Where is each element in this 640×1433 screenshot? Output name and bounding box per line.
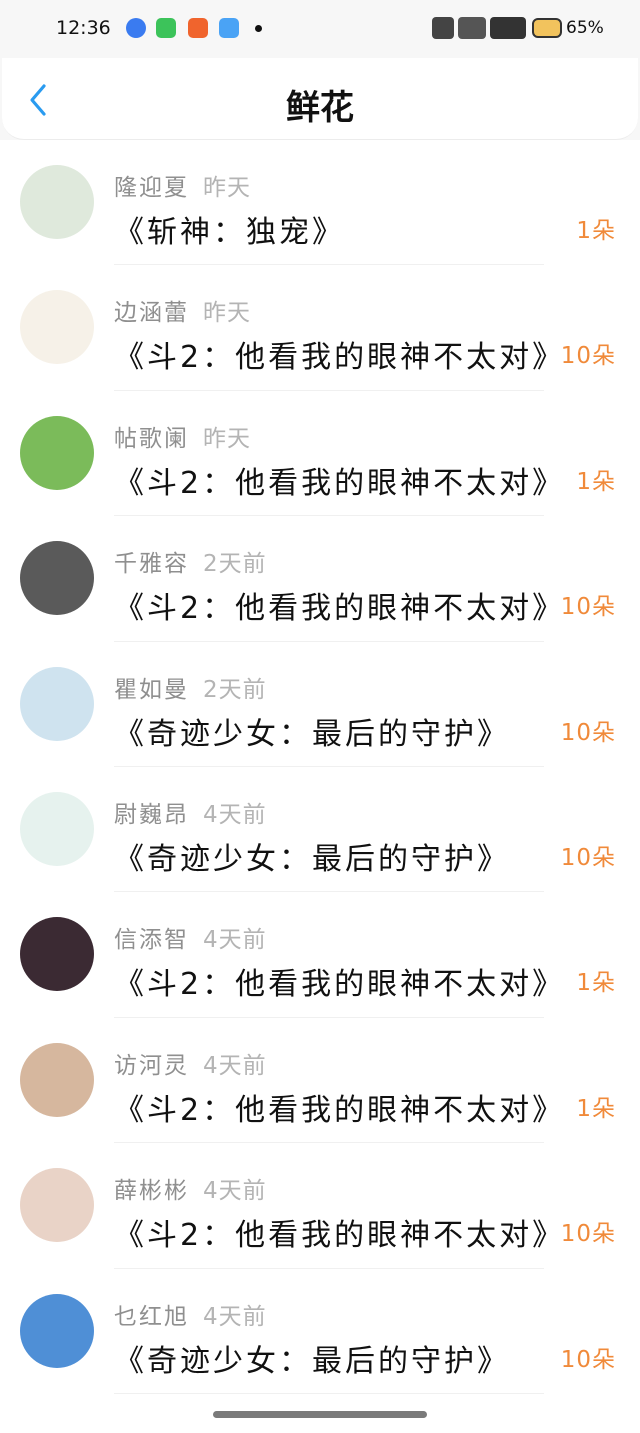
user-name: 薛彬彬	[114, 1178, 189, 1205]
timestamp: 4天前	[203, 1052, 267, 1079]
anime-boy-avatar[interactable]	[20, 917, 94, 992]
row-meta: 乜红旭 4天前	[114, 1297, 267, 1331]
row-meta: 薛彬彬 4天前	[114, 1171, 267, 1205]
battery-percentage: 65%	[566, 18, 604, 38]
list-item[interactable]: 尉巍昂 4天前 《奇迹少女：最后的守护》 10朵	[0, 767, 640, 893]
list-item[interactable]: 边涵蕾 昨天 《斗2：他看我的眼神不太对》 10朵	[0, 265, 640, 391]
timestamp: 4天前	[203, 1303, 267, 1330]
list-item[interactable]: 薛彬彬 4天前 《斗2：他看我的眼神不太对》 10朵	[0, 1143, 640, 1269]
book-title: 《斗2：他看我的眼神不太对》	[114, 1092, 566, 1128]
page-title: 鲜花	[286, 88, 354, 128]
signal-icon	[432, 17, 454, 39]
header: 鲜花	[2, 58, 638, 140]
list-item[interactable]: 帖歌阑 昨天 《斗2：他看我的眼神不太对》 1朵	[0, 391, 640, 517]
flower-count: 1朵	[576, 218, 616, 244]
flower-count: 10朵	[560, 343, 616, 370]
book-title: 《斗2：他看我的眼神不太对》	[114, 340, 566, 376]
user-name: 边涵蕾	[114, 300, 189, 327]
divider	[114, 1392, 544, 1394]
row-meta: 访河灵 4天前	[114, 1046, 267, 1080]
list-item[interactable]: 千雅容 2天前 《斗2：他看我的眼神不太对》 10朵	[0, 516, 640, 642]
status-bar: 12:36 65%	[0, 0, 640, 58]
book-title: 《斗2：他看我的眼神不太对》	[114, 591, 566, 627]
user-name: 千雅容	[114, 551, 189, 578]
notification-dot-icon	[255, 25, 262, 32]
row-meta: 帖歌阑 昨天	[114, 419, 251, 453]
grid-app-icon	[156, 18, 176, 38]
status-time: 12:36	[56, 17, 111, 39]
user-name: 瞿如曼	[114, 676, 189, 703]
user-name: 乜红旭	[114, 1303, 189, 1330]
list-item[interactable]: 乜红旭 4天前 《奇迹少女：最后的守护》 10朵	[0, 1269, 640, 1394]
s-app-icon	[188, 18, 208, 38]
list-item[interactable]: 信添智 4天前 《斗2：他看我的眼神不太对》 1朵	[0, 892, 640, 1018]
timestamp: 昨天	[203, 300, 251, 327]
flower-record-list: 隆迎夏 昨天 《斩神：独宠》 1朵 边涵蕾 昨天 《斗2：他看我的眼神不太对》 10…	[0, 140, 640, 1394]
row-meta: 隆迎夏 昨天	[114, 168, 251, 202]
home-indicator[interactable]	[213, 1411, 427, 1418]
row-meta: 信添智 4天前	[114, 920, 267, 954]
timestamp: 昨天	[203, 425, 251, 452]
timestamp: 2天前	[203, 676, 267, 703]
book-title: 《斗2：他看我的眼神不太对》	[114, 1218, 566, 1254]
battery-icon	[532, 18, 562, 38]
flower-count: 1朵	[576, 970, 616, 997]
flower-count: 1朵	[576, 468, 616, 495]
user-name: 信添智	[114, 927, 189, 954]
timestamp: 4天前	[203, 801, 267, 828]
book-title: 《奇迹少女：最后的守护》	[114, 716, 510, 752]
flower-count: 10朵	[560, 719, 616, 746]
user-name: 隆迎夏	[114, 175, 189, 201]
network-icon	[490, 17, 526, 39]
user-name: 访河灵	[114, 1052, 189, 1079]
user-name: 尉巍昂	[114, 801, 189, 828]
anime-girl-avatar[interactable]	[20, 666, 94, 741]
child-face-avatar[interactable]	[20, 1042, 94, 1117]
anime-girl-teal-avatar[interactable]	[20, 791, 94, 866]
user-name: 帖歌阑	[114, 425, 189, 452]
row-meta: 千雅容 2天前	[114, 544, 267, 578]
timestamp: 2天前	[203, 551, 267, 578]
book-title: 《斗2：他看我的眼神不太对》	[114, 465, 566, 501]
flower-count: 10朵	[560, 1346, 616, 1373]
flower-count: 10朵	[560, 1221, 616, 1248]
timestamp: 4天前	[203, 927, 267, 954]
woman-portrait-avatar[interactable]	[20, 1168, 94, 1243]
row-meta: 尉巍昂 4天前	[114, 795, 267, 829]
book-title: 《斩神：独宠》	[114, 215, 345, 250]
weather-app-icon	[219, 18, 239, 38]
girl-sitting-avatar[interactable]	[20, 165, 94, 239]
row-meta: 边涵蕾 昨天	[114, 293, 251, 327]
list-item[interactable]: 访河灵 4天前 《斗2：他看我的眼神不太对》 1朵	[0, 1018, 640, 1144]
flower-count: 1朵	[576, 1095, 616, 1122]
book-title: 《奇迹少女：最后的守护》	[114, 841, 510, 877]
browser-app-icon	[126, 18, 146, 38]
flower-count: 10朵	[560, 594, 616, 621]
flower-count: 10朵	[560, 844, 616, 871]
timestamp: 昨天	[203, 175, 251, 201]
couple-avatar[interactable]	[20, 541, 94, 616]
list-item[interactable]: 瞿如曼 2天前 《奇迹少女：最后的守护》 10朵	[0, 642, 640, 767]
timestamp: 4天前	[203, 1178, 267, 1205]
wifi-icon	[458, 17, 486, 39]
list-item[interactable]: 隆迎夏 昨天 《斩神：独宠》 1朵	[0, 140, 640, 266]
berries-avatar[interactable]	[20, 415, 94, 490]
book-title: 《奇迹少女：最后的守护》	[114, 1343, 510, 1379]
book-title: 《斗2：他看我的眼神不太对》	[114, 967, 566, 1003]
sky-text-avatar[interactable]	[20, 1293, 94, 1368]
cartoon-boys-avatar[interactable]	[20, 290, 94, 365]
row-meta: 瞿如曼 2天前	[114, 670, 267, 704]
